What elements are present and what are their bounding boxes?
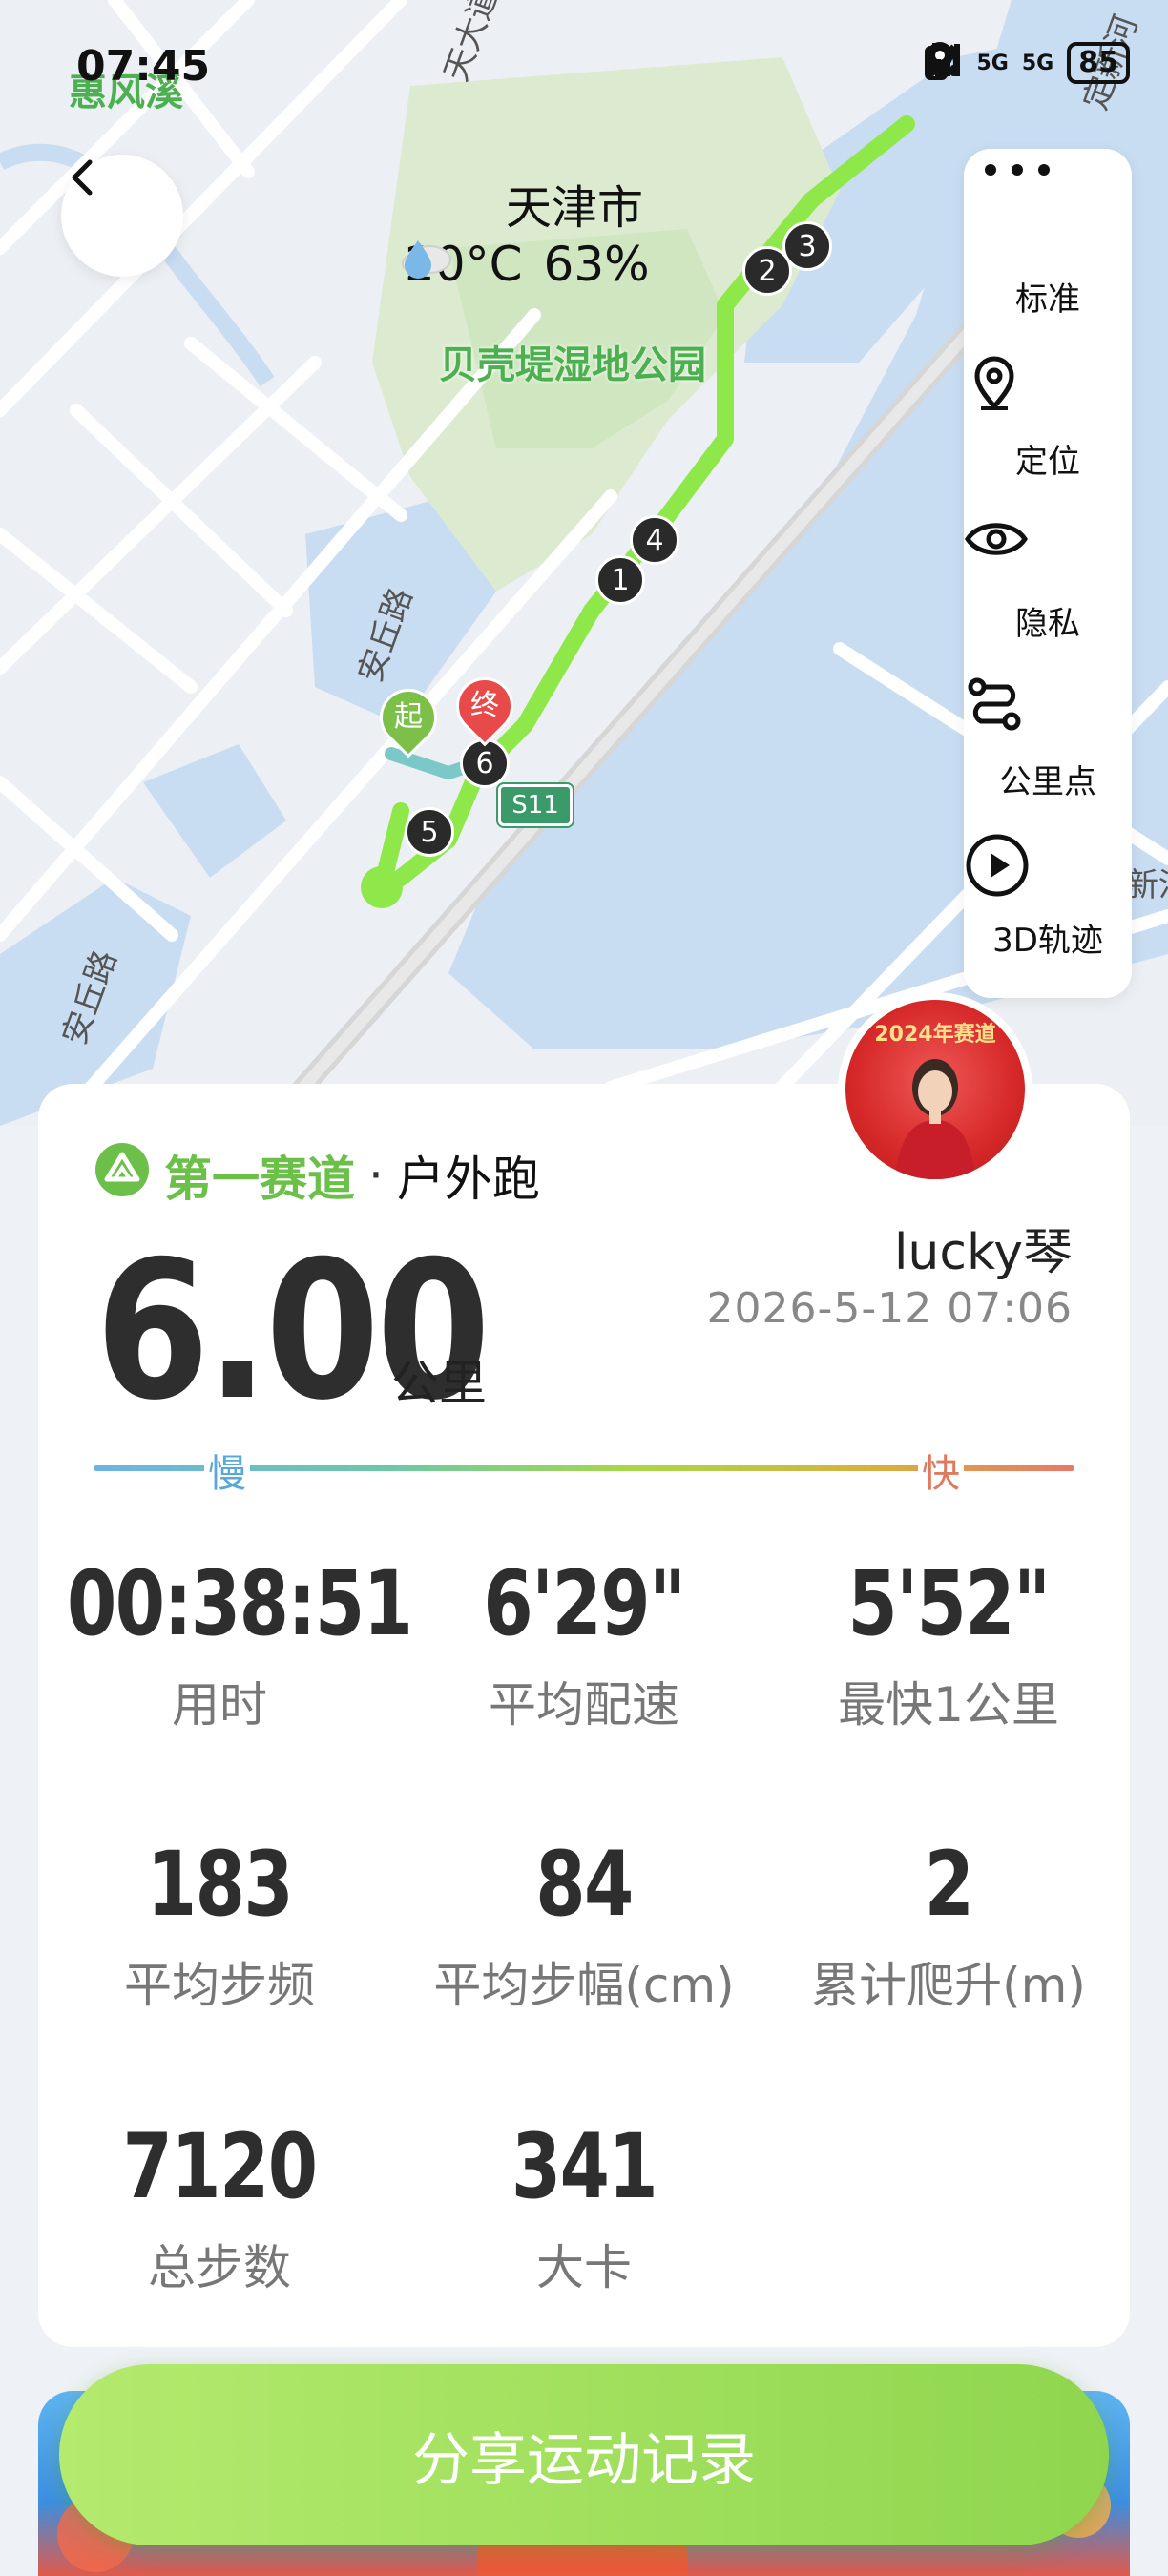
more-button[interactable] — [983, 162, 1113, 269]
stat-elevation: 2 累计爬升(m) — [758, 1836, 1139, 2016]
brand-separator: · — [368, 1148, 384, 1203]
tool-standard[interactable]: 标准 — [964, 273, 1132, 320]
km-marker-4[interactable]: 4 — [630, 515, 679, 565]
map-toolbar: 标准 定位 隐私 公里点 3D轨迹 — [964, 149, 1132, 998]
eye-icon — [965, 515, 1086, 592]
stat-cadence-value: 183 — [146, 1833, 294, 1937]
stat-calories-value: 341 — [511, 2115, 658, 2219]
stat-avg-pace: 6'29" 平均配速 — [393, 1555, 775, 1735]
stat-duration-value: 00:38:51 — [67, 1552, 413, 1656]
brand-name: 第一赛道 — [164, 1152, 355, 1207]
stat-duration: 00:38:51 用时 — [29, 1552, 413, 1735]
stat-steps: 7120 总步数 — [29, 2118, 410, 2298]
road-label-xinhe: 新河 — [1126, 866, 1168, 904]
play-icon — [966, 832, 1086, 908]
status-time: 07:45 — [76, 42, 211, 91]
tool-locate-label: 定位 — [1015, 443, 1080, 481]
stat-elevation-value: 2 — [924, 1833, 974, 1937]
battery-level: 85 — [1067, 42, 1130, 84]
stat-elevation-label: 累计爬升(m) — [811, 1958, 1086, 2014]
tool-km-points-label: 公里点 — [999, 763, 1096, 801]
tool-privacy-label: 隐私 — [1015, 605, 1080, 643]
stat-calories-label: 大卡 — [536, 2240, 632, 2296]
tool-3d-track[interactable]: 3D轨迹 — [964, 832, 1132, 961]
avatar-photo: 2024年赛道 — [845, 1000, 1025, 1179]
fast-label: 快 — [918, 1443, 964, 1498]
start-pin-label: 起 — [394, 700, 423, 734]
stat-cadence: 183 平均步频 — [29, 1836, 410, 2016]
route-icon — [968, 674, 1086, 750]
status-bar: 07:45 5G 5G 85 — [0, 0, 1168, 134]
back-button[interactable] — [61, 155, 183, 277]
tool-privacy[interactable]: 隐私 — [964, 515, 1132, 644]
distance-unit: 公里 — [391, 1356, 487, 1411]
stat-avg-pace-label: 平均配速 — [489, 1677, 679, 1734]
slow-label: 慢 — [204, 1443, 250, 1498]
tool-3d-track-label: 3D轨迹 — [992, 922, 1103, 960]
tool-km-points[interactable]: 公里点 — [964, 674, 1132, 802]
tool-locate[interactable]: 定位 — [964, 353, 1132, 482]
stat-fastest-km-value: 5'52" — [847, 1552, 1051, 1656]
city-name: 天津市 — [506, 181, 644, 235]
avatar[interactable]: 2024年赛道 — [838, 992, 1032, 1187]
stat-fastest-km-label: 最快1公里 — [838, 1677, 1059, 1734]
humidity: 63% — [405, 237, 650, 292]
stat-stride-value: 84 — [535, 1833, 634, 1937]
route-map[interactable]: 天大道 定新河 新河 安丘路 安丘路 贝壳堤湿地公园 惠风溪 S11 1 2 3… — [0, 0, 1168, 1126]
highway-badge: S11 — [498, 784, 573, 826]
brand-logo-icon — [94, 1141, 151, 1210]
stat-stride: 84 平均步幅(cm) — [393, 1836, 775, 2016]
location-pin-icon — [974, 353, 1086, 429]
status-icons: 5G 5G 85 — [924, 42, 1130, 84]
signal-5g-icon-2: 5G — [925, 44, 1053, 76]
stat-steps-label: 总步数 — [148, 2240, 291, 2296]
end-pin-label: 终 — [470, 689, 499, 722]
tool-standard-label: 标准 — [1015, 280, 1080, 319]
weather-row: 20°C 63% — [399, 237, 650, 292]
stat-steps-value: 7120 — [122, 2115, 319, 2219]
km-marker-1[interactable]: 1 — [595, 555, 645, 605]
stat-stride-label: 平均步幅(cm) — [433, 1958, 735, 2014]
km-marker-3[interactable]: 3 — [782, 221, 832, 271]
run-date: 2026-5-12 07:06 — [706, 1284, 1073, 1333]
park-label: 贝壳堤湿地公园 — [439, 343, 706, 387]
stat-duration-label: 用时 — [172, 1677, 267, 1734]
brand-row: 第一赛道 · 户外跑 — [94, 1141, 540, 1210]
user-name: lucky琴 — [893, 1224, 1073, 1281]
km-marker-5[interactable]: 5 — [405, 807, 454, 857]
run-type: 户外跑 — [396, 1152, 540, 1207]
share-record-button[interactable]: 分享运动记录 — [59, 2364, 1109, 2545]
stat-cadence-label: 平均步频 — [124, 1958, 315, 2014]
signal-5g-icon-1: 5G — [925, 44, 1009, 76]
stat-avg-pace-value: 6'29" — [483, 1552, 686, 1656]
stat-calories: 341 大卡 — [393, 2118, 775, 2298]
stat-fastest-km: 5'52" 最快1公里 — [758, 1555, 1139, 1735]
